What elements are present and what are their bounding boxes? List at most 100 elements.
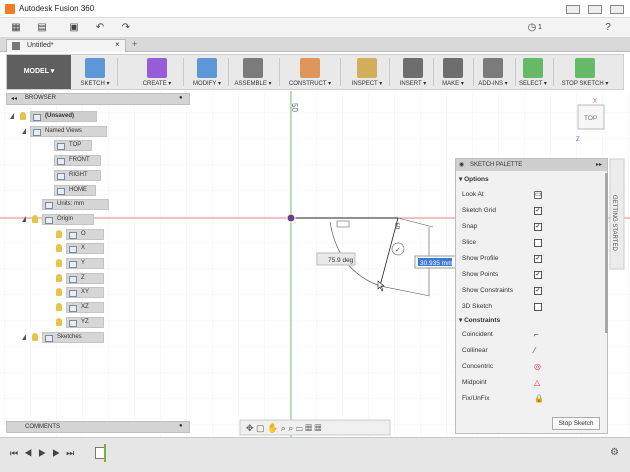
visibility-bulb-icon[interactable] [20, 112, 26, 120]
ribbon-group-assemble[interactable]: ASSEMBLE ▾ [229, 55, 277, 89]
ribbon-group-make[interactable]: MAKE ▾ [435, 55, 471, 89]
browser-panel-header[interactable]: ◂◂ BROWSER ● [6, 93, 190, 105]
document-tab[interactable]: Untitled* × [6, 39, 126, 52]
collapse-icon[interactable]: ◂◂ [11, 95, 17, 102]
options-section-header[interactable]: ▾ Options [459, 175, 489, 183]
close-tab-icon[interactable]: × [115, 40, 120, 49]
visibility-bulb-icon[interactable] [32, 214, 38, 223]
ribbon-group-insert[interactable]: INSERT ▾ [395, 55, 431, 89]
stop-sketch-icon[interactable] [575, 58, 595, 78]
browser-origin-z[interactable]: Z [10, 272, 190, 285]
stop-sketch-button[interactable]: Stop Sketch [552, 417, 600, 430]
expand-triangle-icon[interactable] [22, 333, 26, 340]
app-grid-icon[interactable]: ▦ [10, 22, 22, 34]
visibility-bulb-icon[interactable] [56, 303, 62, 312]
undo-icon[interactable]: ↶ [94, 22, 106, 34]
save-icon[interactable]: ▣ [68, 22, 80, 34]
browser-view-front[interactable]: FRONT [10, 154, 190, 167]
ribbon-group-add-ins[interactable]: ADD-INS ▾ [473, 55, 513, 89]
ribbon-group-inspect[interactable]: INSPECT ▾ [347, 55, 387, 89]
browser-node[interactable]: Units: mm [42, 199, 109, 211]
browser-node[interactable]: Named Views [30, 125, 107, 137]
constraint-midpoint[interactable]: Midpoint △ [462, 375, 602, 391]
palette-expand-icon[interactable]: ▸▸ [596, 161, 602, 168]
navigation-bar[interactable]: ✥ ▢ ✋ ⌕ ⌕ ▭ ▦ ▦ [239, 419, 391, 436]
palette-option-show-constraints[interactable]: Show Constraints ✓ [462, 283, 602, 299]
palette-option-sketch-grid[interactable]: Sketch Grid ✓ [462, 203, 602, 219]
browser-node[interactable]: O [66, 228, 104, 240]
browser-node[interactable]: Z [66, 272, 104, 284]
browser-node[interactable]: Sketches [42, 331, 104, 343]
look-at-icon[interactable]: ▭ [534, 191, 542, 199]
browser-node[interactable]: Origin [42, 213, 94, 225]
palette-collapse-icon[interactable]: ◉ [459, 161, 464, 168]
close-button[interactable] [610, 5, 624, 14]
maximize-button[interactable] [588, 5, 602, 14]
visibility-bulb-icon[interactable] [56, 273, 62, 282]
constraint-glyph-icon[interactable]: △ [534, 375, 540, 391]
palette-scrollbar[interactable] [605, 173, 608, 333]
palette-option-show-profile[interactable]: Show Profile ✓ [462, 251, 602, 267]
ribbon-group-select[interactable]: SELECT ▾ [515, 55, 551, 89]
palette-option-slice[interactable]: Slice [462, 235, 602, 251]
browser-origin-xy[interactable]: XY [10, 286, 190, 299]
browser-origin-xz[interactable]: XZ [10, 301, 190, 314]
checkbox[interactable] [534, 239, 542, 247]
ribbon-group-create[interactable]: CREATE ▾ [133, 55, 181, 89]
visibility-bulb-icon[interactable] [56, 244, 62, 253]
browser-node[interactable]: XZ [66, 302, 104, 314]
new-tab-icon[interactable]: + [132, 39, 137, 49]
constraint-glyph-icon[interactable]: 🔒 [534, 391, 544, 407]
constraint-glyph-icon[interactable]: ⌐ [534, 327, 539, 343]
insert-icon[interactable] [403, 58, 423, 78]
constraint-glyph-icon[interactable]: ⁄ [534, 343, 535, 359]
constraint-fix-unfix[interactable]: Fix/UnFix 🔒 [462, 391, 602, 407]
browser-view-right[interactable]: RIGHT [10, 169, 190, 182]
visibility-bulb-icon[interactable] [56, 288, 62, 297]
browser-node[interactable]: FRONT [54, 155, 101, 167]
comments-panel-header[interactable]: COMMENTS ● [6, 421, 190, 433]
timeline-settings-icon[interactable]: ⚙ [610, 447, 619, 458]
browser-node[interactable]: (Unsaved) [30, 111, 97, 122]
browser-origin-x[interactable]: X [10, 242, 190, 255]
file-menu-icon[interactable]: ▤ [36, 22, 48, 34]
sketch-icon[interactable] [85, 58, 105, 78]
inspect-icon[interactable] [357, 58, 377, 78]
modify-icon[interactable] [197, 58, 217, 78]
browser-root[interactable]: (Unsaved) [10, 110, 190, 123]
palette-option-snap[interactable]: Snap ✓ [462, 219, 602, 235]
browser-origin-y[interactable]: Y [10, 257, 190, 270]
expand-triangle-icon[interactable] [22, 127, 26, 134]
make-icon[interactable] [443, 58, 463, 78]
checkbox[interactable] [534, 303, 542, 311]
constraint-collinear[interactable]: Collinear ⁄ [462, 343, 602, 359]
browser-node[interactable]: Y [66, 258, 104, 269]
workspace-switcher[interactable]: MODEL ▾ [7, 55, 71, 89]
browser-sketches[interactable]: Sketches [10, 331, 190, 344]
palette-option-3d-sketch[interactable]: 3D Sketch [462, 299, 602, 315]
browser-pin-icon[interactable]: ● [179, 95, 183, 101]
checkbox[interactable]: ✓ [534, 255, 542, 263]
minimize-button[interactable] [566, 5, 580, 14]
add-ins-icon[interactable] [483, 58, 503, 78]
constraint-coincident[interactable]: Coincident ⌐ [462, 327, 602, 343]
expand-triangle-icon[interactable] [22, 215, 26, 222]
ribbon-group-construct[interactable]: CONSTRUCT ▾ [282, 55, 338, 89]
browser-view-top[interactable]: TOP [10, 139, 190, 152]
timeline-controls[interactable]: ⏮◀▶▶⏭ [10, 448, 80, 459]
checkbox[interactable]: ✓ [534, 223, 542, 231]
expand-triangle-icon[interactable] [10, 113, 14, 119]
job-status-icon[interactable]: ◷ [526, 22, 538, 34]
comments-pin-icon[interactable]: ● [179, 423, 183, 429]
visibility-bulb-icon[interactable] [56, 229, 62, 238]
browser-node[interactable]: X [66, 243, 104, 255]
browser-node[interactable]: HOME [54, 184, 96, 196]
help-icon[interactable]: ? [602, 22, 614, 34]
palette-option-show-points[interactable]: Show Points ✓ [462, 267, 602, 283]
select-icon[interactable] [523, 58, 543, 78]
assemble-icon[interactable] [243, 58, 263, 78]
visibility-bulb-icon[interactable] [32, 332, 38, 341]
construct-icon[interactable] [300, 58, 320, 78]
browser-view-home[interactable]: HOME [10, 184, 190, 197]
constraints-section-header[interactable]: ▾ Constraints [459, 316, 500, 324]
